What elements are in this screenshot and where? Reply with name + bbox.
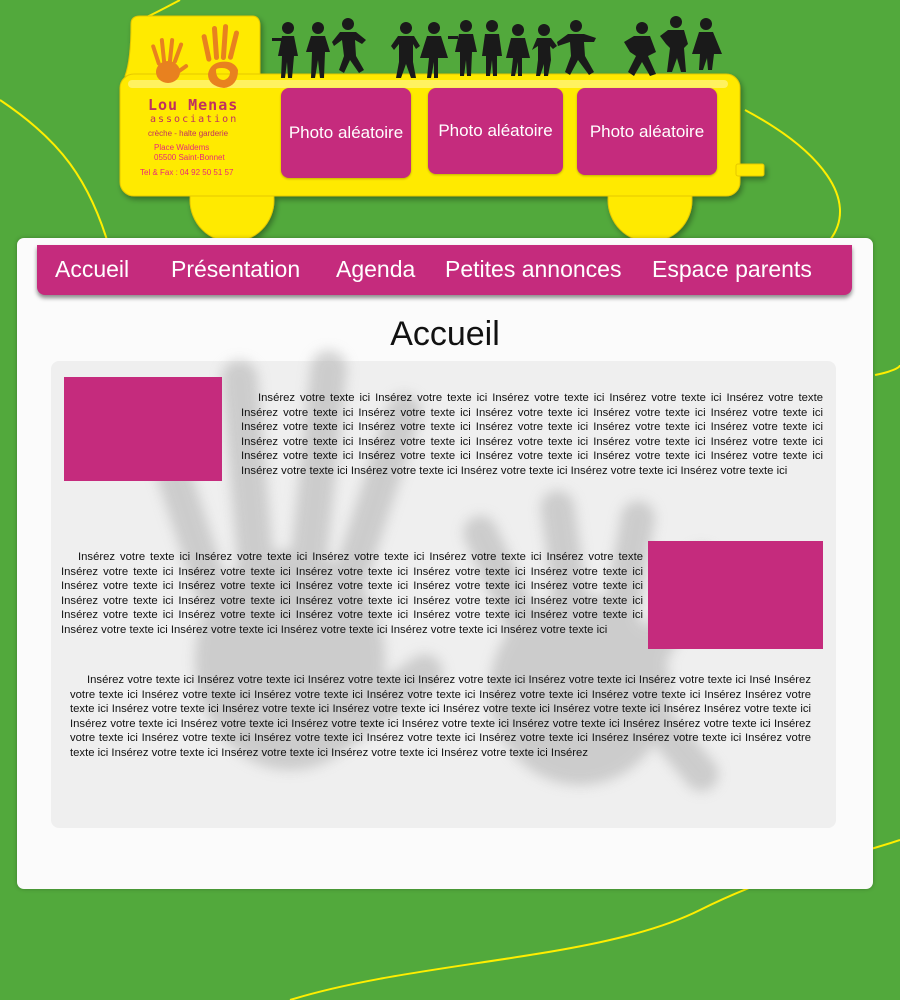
content-image-2 [648, 541, 823, 649]
address-line1: Place Waldems [154, 143, 210, 152]
content-image-1 [64, 377, 222, 481]
content-paragraph-1: Insérez votre texte ici Insérez votre te… [241, 392, 823, 477]
nav-petites-annonces[interactable]: Petites annonces [445, 255, 621, 283]
logo-subtitle: association [150, 114, 239, 125]
content-paragraph-2: Insérez votre texte ici Insérez votre te… [61, 551, 643, 636]
nav-espace-parents[interactable]: Espace parents [652, 255, 812, 283]
nav-accueil[interactable]: Accueil [55, 255, 129, 283]
nav-agenda[interactable]: Agenda [336, 255, 415, 283]
random-photo-1[interactable]: Photo aléatoire [281, 88, 411, 178]
main-nav: Accueil Présentation Agenda Petites anno… [37, 245, 852, 295]
nav-presentation[interactable]: Présentation [171, 255, 300, 283]
kids-silhouettes-icon [272, 16, 722, 78]
content-paragraph-3: Insérez votre texte ici Insérez votre te… [70, 674, 811, 759]
logo-name: Lou Menas [148, 96, 239, 114]
random-photo-2[interactable]: Photo aléatoire [428, 88, 563, 174]
random-photo-3[interactable]: Photo aléatoire [577, 88, 717, 175]
phone-number: Tel & Fax : 04 92 50 51 57 [140, 168, 234, 177]
handprints-icon [151, 24, 240, 88]
logo-tagline: crèche - halte garderie [148, 129, 229, 138]
address-line2: 05500 Saint-Bonnet [154, 153, 225, 162]
